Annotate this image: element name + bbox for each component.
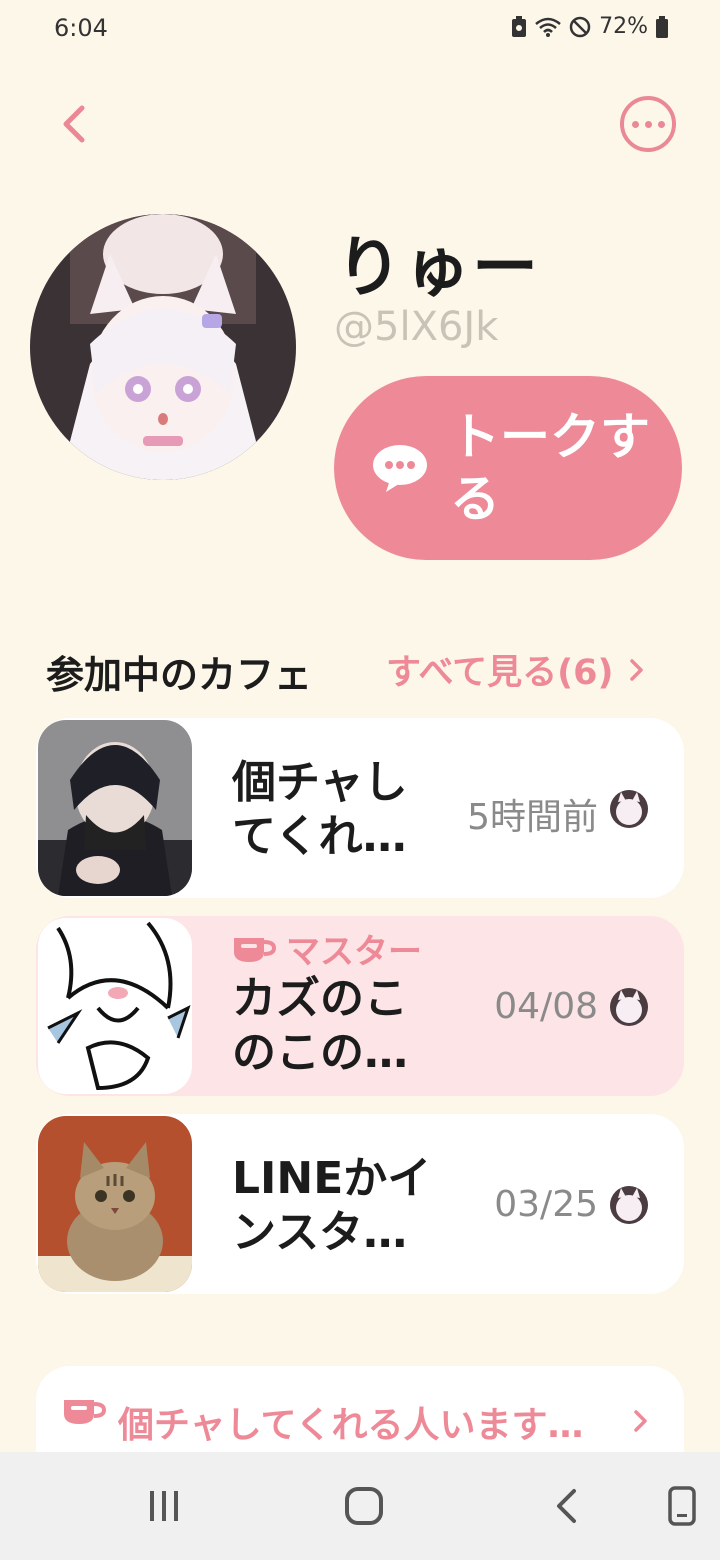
master-badge: マスター (232, 924, 422, 973)
recent-apps-icon (150, 1491, 178, 1521)
battery-percent: 72% (599, 14, 648, 39)
member-avatar (610, 1186, 648, 1224)
cafe-card[interactable]: 個チャしてくれ… 5時間前 (36, 718, 684, 898)
more-dot-icon (631, 120, 639, 128)
do-not-disturb-icon (569, 16, 591, 38)
cafe-thumbnail (38, 720, 192, 896)
cafe-last-activity: 04/08 (494, 986, 598, 1027)
coffee-cup-icon (234, 937, 276, 962)
chevron-left-icon (63, 105, 85, 143)
status-time: 6:04 (54, 14, 108, 42)
member-avatar (610, 790, 648, 828)
more-options-button[interactable] (620, 96, 676, 152)
cafe-last-activity: 5時間前 (467, 797, 598, 838)
back-icon (557, 1489, 576, 1523)
recent-apps-button[interactable] (136, 1480, 192, 1532)
cafe-last-activity: 03/25 (494, 1184, 598, 1225)
cafe-thumbnail (38, 1116, 192, 1292)
profile-handle: @5lX6Jk (334, 304, 499, 350)
home-icon (345, 1487, 383, 1525)
chevron-right-icon (629, 658, 643, 681)
wifi-icon (535, 16, 561, 38)
profile-avatar[interactable] (30, 214, 296, 480)
member-avatar (610, 988, 648, 1026)
board-post-label: 個チャしてくれる人います… (118, 1405, 584, 1446)
joined-cafes-title: 参加中のカフェ (46, 653, 313, 697)
status-bar: 6:04 72% (0, 0, 720, 60)
back-button[interactable] (48, 96, 98, 152)
more-dot-icon (644, 120, 652, 128)
profile-name: りゅー (336, 229, 540, 306)
cafe-thumbnail (38, 918, 192, 1094)
chevron-right-icon (634, 1410, 647, 1432)
cafe-title: カズのこのこの… (232, 973, 408, 1078)
master-label: マスター (286, 932, 422, 972)
cafe-card[interactable]: マスター カズのこのこの… 04/08 (36, 916, 684, 1096)
battery-icon (656, 15, 668, 38)
phone-icon (668, 1486, 696, 1526)
system-nav-bar (0, 1452, 720, 1560)
chat-bubble-icon (373, 445, 427, 492)
cafe-title: 個チャしてくれ… (232, 757, 408, 862)
keyboard-switch-button[interactable] (654, 1480, 710, 1532)
status-icons: 72% (511, 14, 668, 39)
cafe-card[interactable]: LINEかインスタ… 03/25 (36, 1114, 684, 1294)
see-all-link[interactable]: すべて見る(6) (386, 644, 646, 695)
home-button[interactable] (336, 1480, 392, 1532)
coffee-cup-icon (64, 1400, 106, 1424)
cafe-title: LINEかインスタ… (232, 1153, 432, 1258)
talk-button[interactable]: トークする (334, 376, 682, 560)
talk-button-label: トークする (450, 408, 650, 528)
battery-saver-icon (511, 15, 527, 38)
see-all-label: すべて見る(6) (386, 653, 614, 693)
more-dot-icon (657, 120, 665, 128)
system-back-button[interactable] (538, 1480, 594, 1532)
